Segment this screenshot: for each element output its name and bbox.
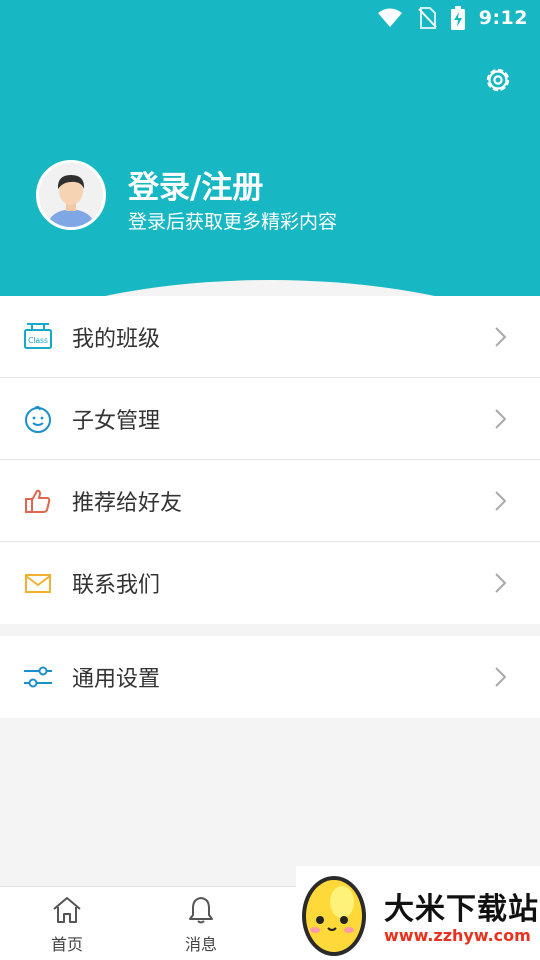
wifi-icon	[377, 8, 402, 27]
chevron-right-icon	[495, 490, 507, 511]
profile-header: 9:12 登录/注册 登录后获取更多精彩内容	[0, 0, 540, 300]
mail-icon	[22, 567, 54, 599]
menu-item-recommend-friends[interactable]: 推荐给好友	[0, 460, 540, 542]
settings-list: 通用设置	[0, 636, 540, 718]
nav-tab-home[interactable]: 首页	[32, 895, 102, 955]
status-bar: 9:12	[0, 0, 540, 36]
no-sim-icon	[418, 7, 437, 29]
menu-item-label: 我的班级	[72, 326, 161, 352]
class-sign-icon: Class	[22, 321, 54, 353]
menu-item-label: 联系我们	[72, 573, 161, 598]
chevron-right-icon	[495, 326, 507, 347]
menu-item-label: 通用设置	[72, 667, 161, 692]
avatar[interactable]	[36, 160, 106, 230]
home-icon	[53, 897, 81, 923]
egg-mascot-icon	[302, 876, 366, 956]
chevron-right-icon	[495, 573, 507, 593]
sliders-icon	[22, 661, 54, 693]
menu-item-children-management[interactable]: 子女管理	[0, 378, 540, 460]
menu-item-label: 子女管理	[72, 408, 161, 434]
watermark-url: www.zzhyw.com	[384, 926, 531, 945]
bell-icon	[189, 897, 213, 924]
battery-charging-icon	[450, 6, 465, 30]
nav-tab-messages[interactable]: 消息	[166, 895, 236, 955]
menu-list: Class 我的班级 子女管理 推荐给好友 联系我们	[0, 296, 540, 624]
thumbs-up-icon	[22, 485, 54, 517]
chevron-right-icon	[495, 667, 507, 687]
status-time: 9:12	[478, 7, 528, 29]
baby-face-icon	[22, 403, 54, 435]
nav-label: 首页	[50, 935, 83, 954]
menu-item-my-class[interactable]: Class 我的班级	[0, 296, 540, 378]
login-subtitle: 登录后获取更多精彩内容	[128, 211, 338, 233]
nav-label: 消息	[184, 935, 217, 954]
login-register-link[interactable]: 登录/注册	[128, 162, 263, 207]
user-avatar-icon	[39, 163, 103, 227]
menu-item-contact-us[interactable]: 联系我们	[0, 542, 540, 624]
gear-icon[interactable]	[482, 64, 514, 96]
watermark-title: 大米下载站	[384, 892, 539, 927]
menu-item-general-settings[interactable]: 通用设置	[0, 636, 540, 718]
svg-text:Class: Class	[28, 336, 48, 345]
chevron-right-icon	[495, 408, 507, 429]
menu-item-label: 推荐给好友	[72, 490, 183, 516]
watermark-logo: 大米下载站 www.zzhyw.com	[296, 866, 540, 960]
